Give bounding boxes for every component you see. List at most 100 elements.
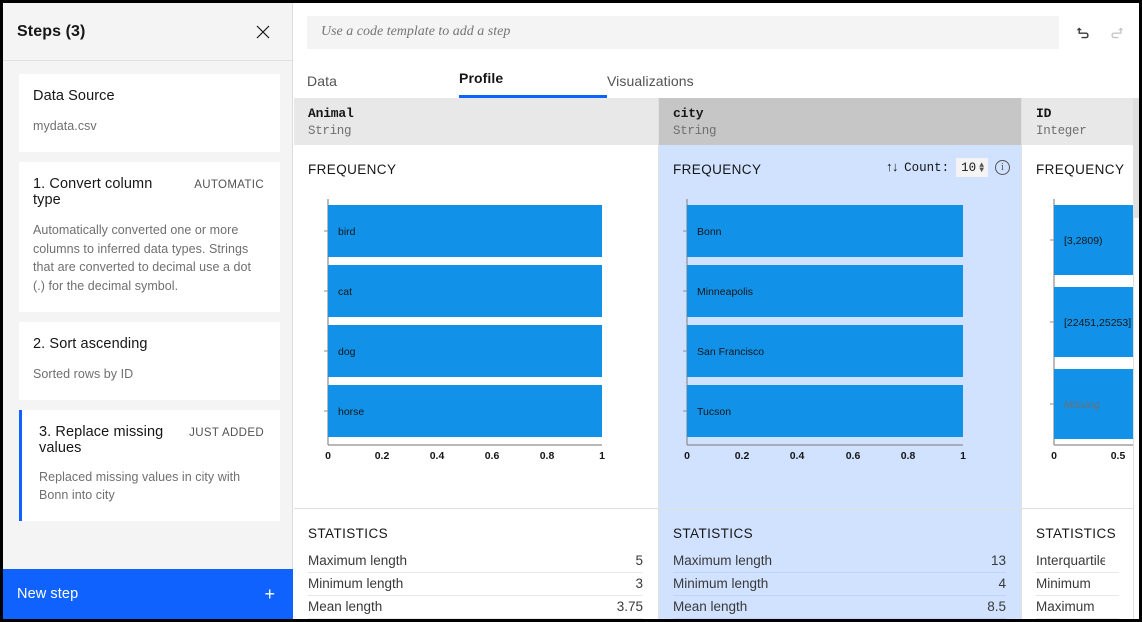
steps-list: Data Source mydata.csv 1. Convert column… xyxy=(3,62,292,569)
svg-text:San Francisco: San Francisco xyxy=(697,346,764,358)
column-header-city[interactable]: city String xyxy=(659,98,1022,145)
svg-text:0.4: 0.4 xyxy=(430,450,445,462)
profile-columns: Animal String FREQUENCY bird cat dog hor… xyxy=(294,98,1139,619)
svg-text:[22451,25253]: [22451,25253] xyxy=(1064,317,1131,329)
statistics-animal: STATISTICS Maximum length 5 Minimum leng… xyxy=(294,508,659,619)
scrollbar-thumb[interactable] xyxy=(1133,98,1139,218)
svg-text:Missing: Missing xyxy=(1064,399,1100,411)
svg-text:0.4: 0.4 xyxy=(790,450,805,462)
steps-sidebar: Steps (3) Data Source mydata.csv 1. Conv… xyxy=(3,3,293,619)
stat-key: Maximum xyxy=(1036,599,1095,614)
column-body-animal: FREQUENCY bird cat dog horse 0 0.2 0.4 0… xyxy=(294,145,659,619)
column-body-city: FREQUENCY ↑↓ Count: 10 ▲ ▼ i Bonn Minnea… xyxy=(659,145,1022,619)
statistics-label: STATISTICS xyxy=(673,526,754,541)
profile-column-id[interactable]: ID Integer FREQUENCY [3,2809) [22451,252… xyxy=(1022,98,1135,619)
svg-text:0.2: 0.2 xyxy=(375,450,390,462)
stat-row: Minimum length 4 xyxy=(673,573,1006,596)
stat-value: 4 xyxy=(998,576,1006,591)
svg-text:[3,2809): [3,2809) xyxy=(1064,235,1103,247)
sort-arrows-icon[interactable]: ↑↓ xyxy=(886,160,900,175)
tab-data[interactable]: Data xyxy=(307,73,459,98)
column-header-animal[interactable]: Animal String xyxy=(294,98,659,145)
frequency-label: FREQUENCY xyxy=(308,162,397,177)
profile-column-city[interactable]: city String FREQUENCY ↑↓ Count: 10 ▲ ▼ i… xyxy=(659,98,1022,619)
data-source-value: mydata.csv xyxy=(33,119,97,133)
svg-text:0.5: 0.5 xyxy=(1111,450,1126,462)
stat-row: Maximum xyxy=(1036,596,1119,619)
vertical-scrollbar[interactable] xyxy=(1133,98,1139,619)
code-template-input[interactable] xyxy=(307,16,1059,49)
app-window: Steps (3) Data Source mydata.csv 1. Conv… xyxy=(3,3,1139,619)
stat-row: Interquartile Ran xyxy=(1036,550,1119,573)
stat-row: Mean length 8.5 xyxy=(673,596,1006,619)
stat-value xyxy=(1105,553,1119,568)
svg-text:cat: cat xyxy=(338,286,352,298)
svg-text:0: 0 xyxy=(684,450,690,462)
svg-text:Tucson: Tucson xyxy=(697,406,731,418)
svg-text:0: 0 xyxy=(325,450,331,462)
column-header-id[interactable]: ID Integer xyxy=(1022,98,1135,145)
plus-icon: + xyxy=(264,584,275,604)
step-card-3[interactable]: 3. Replace missing values JUST ADDED Rep… xyxy=(19,409,280,521)
step-description: Automatically converted one or more colu… xyxy=(33,222,252,293)
steps-header: Steps (3) xyxy=(3,3,292,61)
svg-text:0.8: 0.8 xyxy=(540,450,555,462)
stat-key: Mean length xyxy=(673,599,748,614)
undo-icon[interactable] xyxy=(1071,20,1097,46)
chevron-up-down-icon[interactable]: ▲ ▼ xyxy=(979,161,986,174)
new-step-label: New step xyxy=(17,586,79,602)
statistics-id: STATISTICS Interquartile Ran Minimum Max… xyxy=(1022,508,1135,619)
svg-text:horse: horse xyxy=(338,406,364,418)
stat-key: Minimum xyxy=(1036,576,1091,591)
column-name: Animal xyxy=(308,106,354,121)
column-type: String xyxy=(308,124,352,138)
stat-key: Maximum length xyxy=(308,553,408,568)
step-tag: JUST ADDED xyxy=(189,426,264,439)
bar-chart-animal[interactable]: bird cat dog horse 0 0.2 0.4 0.6 0.8 1 xyxy=(294,187,659,508)
tab-profile[interactable]: Profile xyxy=(459,70,607,98)
step-card-data-source[interactable]: Data Source mydata.csv xyxy=(19,74,280,152)
column-name: city xyxy=(673,106,704,121)
data-source-label: Data Source xyxy=(33,88,115,104)
statistics-label: STATISTICS xyxy=(1036,526,1117,541)
frequency-label: FREQUENCY xyxy=(673,162,762,177)
new-step-button[interactable]: New step + xyxy=(3,569,293,619)
frequency-chart-animal: FREQUENCY bird cat dog horse 0 0.2 0.4 0… xyxy=(294,145,659,508)
svg-text:0.8: 0.8 xyxy=(901,450,916,462)
bar-chart-id[interactable]: [3,2809) [22451,25253] Missing 0 0.5 xyxy=(1022,187,1135,508)
count-value: 10 xyxy=(961,160,977,175)
step-card-2[interactable]: 2. Sort ascending Sorted rows by ID xyxy=(19,321,280,400)
frequency-label: FREQUENCY xyxy=(1036,162,1125,177)
profile-column-animal[interactable]: Animal String FREQUENCY bird cat dog hor… xyxy=(294,98,659,619)
svg-text:0.6: 0.6 xyxy=(485,450,500,462)
step-title: 1. Convert column type xyxy=(33,175,153,208)
count-stepper[interactable]: 10 ▲ ▼ xyxy=(956,158,988,177)
svg-text:1: 1 xyxy=(599,450,605,462)
step-tag: AUTOMATIC xyxy=(194,178,264,191)
step-title: 3. Replace missing values xyxy=(39,423,164,456)
svg-text:0.2: 0.2 xyxy=(735,450,750,462)
stat-value xyxy=(1105,599,1119,614)
stat-row: Minimum xyxy=(1036,573,1119,596)
column-body-id: FREQUENCY [3,2809) [22451,25253] Missing xyxy=(1022,145,1135,619)
toolbar-icons xyxy=(1059,20,1129,46)
stat-key: Maximum length xyxy=(673,553,773,568)
tab-visualizations[interactable]: Visualizations xyxy=(607,73,759,98)
bar-chart-city[interactable]: Bonn Minneapolis San Francisco Tucson 0 xyxy=(659,187,1022,508)
svg-text:0.6: 0.6 xyxy=(846,450,861,462)
frequency-chart-city: FREQUENCY ↑↓ Count: 10 ▲ ▼ i Bonn Minnea… xyxy=(659,145,1022,508)
stat-value: 3.75 xyxy=(616,599,643,614)
close-icon[interactable] xyxy=(252,21,274,43)
svg-text:dog: dog xyxy=(338,346,356,358)
svg-text:1: 1 xyxy=(960,450,966,462)
stat-row: Maximum length 13 xyxy=(673,550,1006,573)
steps-title: Steps (3) xyxy=(17,22,86,40)
stat-row: Mean length 3.75 xyxy=(308,596,643,619)
step-description: Sorted rows by ID xyxy=(33,366,134,381)
step-card-1[interactable]: 1. Convert column type AUTOMATIC Automat… xyxy=(19,161,280,312)
redo-icon[interactable] xyxy=(1103,20,1129,46)
toolbar xyxy=(294,3,1139,62)
stat-value xyxy=(1105,576,1119,591)
view-tabs: Data Profile Visualizations xyxy=(294,62,1139,98)
info-icon[interactable]: i xyxy=(995,160,1010,175)
